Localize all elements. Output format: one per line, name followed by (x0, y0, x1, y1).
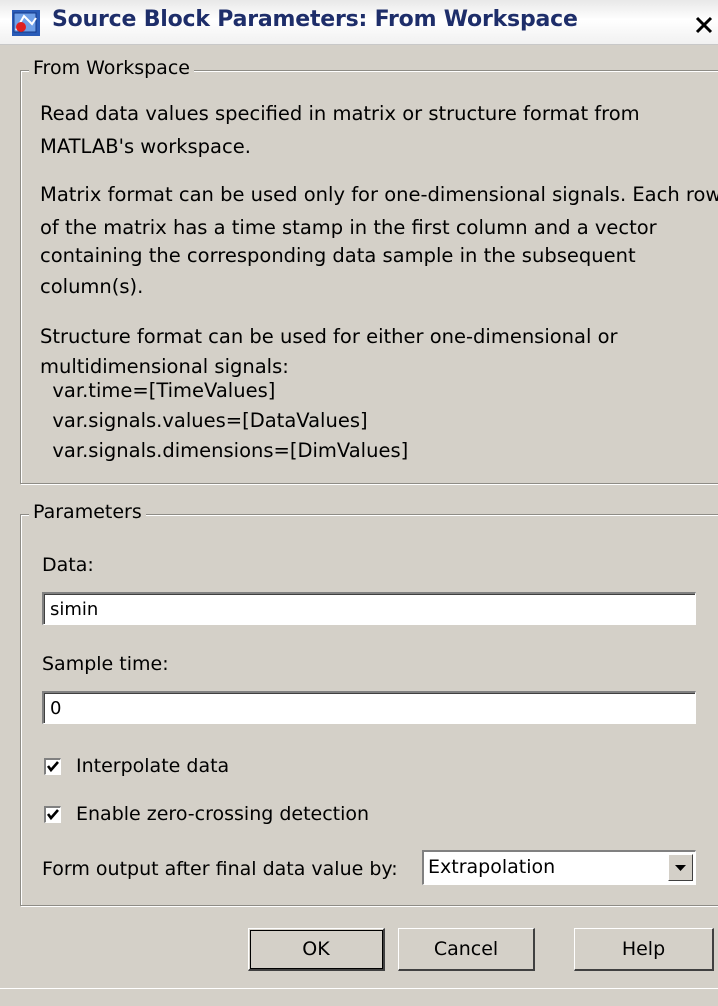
title-bar[interactable]: Source Block Parameters: From Workspace (0, 0, 718, 45)
window-bottom-edge (0, 988, 718, 989)
form-output-value: Extrapolation (428, 856, 556, 878)
sample-time-label: Sample time: (42, 653, 169, 675)
close-button[interactable] (692, 13, 716, 37)
dropdown-button[interactable] (668, 854, 693, 881)
description-line-6: column(s). (40, 275, 144, 298)
help-button[interactable]: Help (574, 928, 714, 971)
chevron-down-icon (675, 865, 686, 871)
description-line-7: Structure format can be used for either … (40, 325, 618, 348)
checkmark-icon (46, 809, 59, 821)
interpolate-label[interactable]: Interpolate data (76, 755, 229, 777)
zero-crossing-checkbox[interactable] (44, 806, 61, 823)
description-code-line-1: var.time=[TimeValues] (40, 379, 276, 402)
form-output-label: Form output after final data value by: (42, 858, 398, 880)
description-group-legend: From Workspace (29, 57, 194, 79)
simulink-block-icon (12, 10, 40, 36)
description-line-2: MATLAB's workspace. (40, 135, 251, 158)
description-code-line-2: var.signals.values=[DataValues] (40, 409, 368, 432)
window-title: Source Block Parameters: From Workspace (52, 7, 578, 32)
ok-button[interactable]: OK (248, 928, 385, 971)
data-label: Data: (42, 554, 94, 576)
data-input[interactable] (42, 592, 696, 625)
parameters-group-legend: Parameters (29, 501, 146, 523)
description-line-1: Read data values specified in matrix or … (40, 102, 640, 125)
cancel-button[interactable]: Cancel (398, 928, 535, 971)
description-code-line-3: var.signals.dimensions=[DimValues] (40, 439, 409, 462)
close-icon (695, 16, 713, 34)
description-line-3: Matrix format can be used only for one-d… (40, 183, 718, 206)
checkmark-icon (46, 761, 59, 773)
interpolate-checkbox[interactable] (44, 758, 61, 775)
form-output-select[interactable]: Extrapolation (422, 850, 696, 885)
sample-time-input[interactable] (42, 691, 696, 724)
description-line-5: containing the corresponding data sample… (40, 244, 636, 267)
zero-crossing-label[interactable]: Enable zero-crossing detection (76, 803, 369, 825)
